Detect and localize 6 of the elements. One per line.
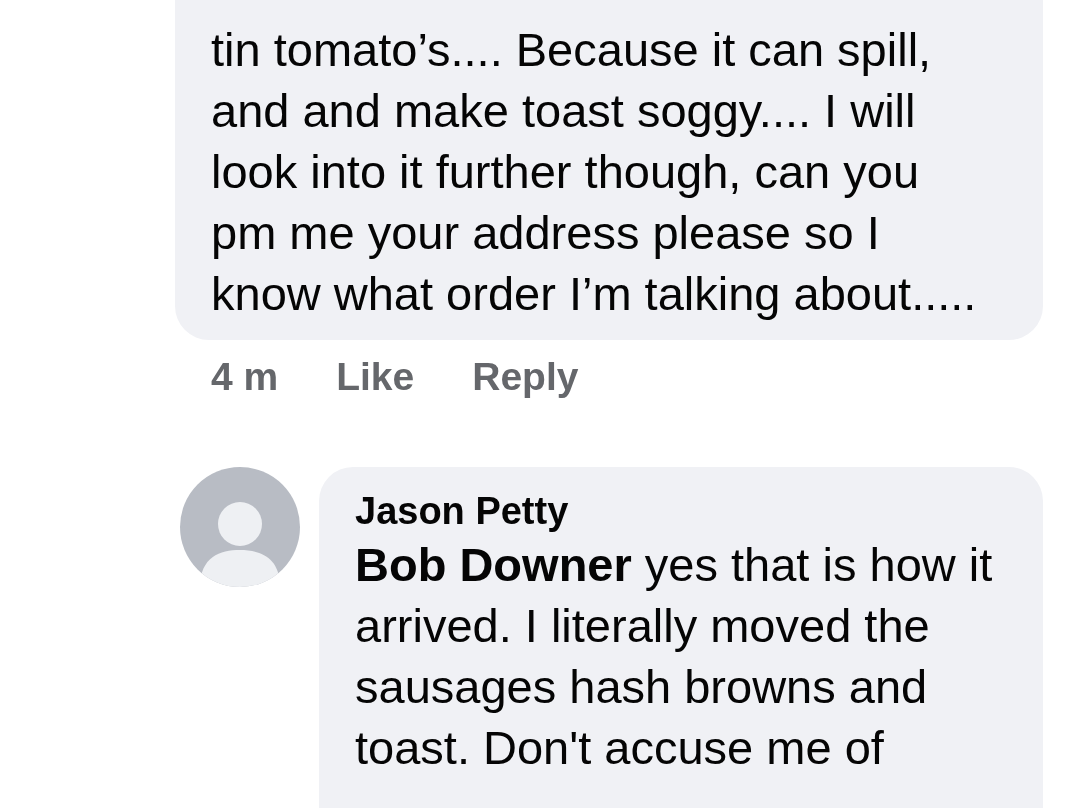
author-name[interactable]: Jason Petty — [355, 488, 1027, 533]
comment-action[interactable]: Like — [336, 348, 415, 407]
comment-text: tin tomato’s.... Because it can spill, and and make toast soggy.... I will look into it further though, can you pm me your address please so I know what order I’m talking about..... — [211, 22, 978, 322]
comment-time: 4 m — [211, 354, 279, 400]
comment-text: Bob Downer yes that is how it arrived. I literally moved the sausages hash browns and toast. Don't accuse me of — [355, 536, 994, 776]
comment-action[interactable]: Reply — [472, 348, 579, 407]
